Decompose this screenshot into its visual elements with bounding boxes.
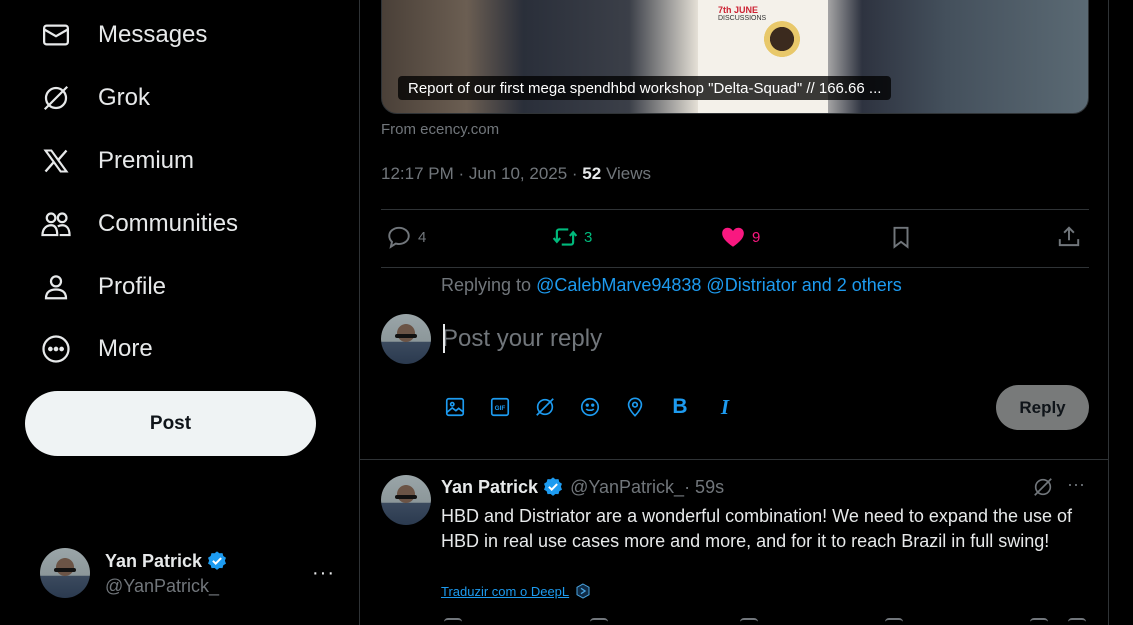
nav-communities[interactable]: Communities <box>36 204 238 244</box>
emoji-button[interactable] <box>578 395 602 419</box>
grok-icon <box>536 398 554 416</box>
gif-icon: GIF <box>490 397 510 417</box>
nav-profile[interactable]: Profile <box>36 267 166 307</box>
text-cursor <box>443 324 445 353</box>
people-icon <box>36 204 76 244</box>
nav-messages[interactable]: Messages <box>36 15 207 55</box>
poster-title: 7th JUNE <box>718 5 759 15</box>
reply-icon[interactable] <box>444 618 462 625</box>
poster-subtitle: DISCUSSIONS <box>718 15 767 22</box>
bookmark-icon[interactable] <box>1030 618 1048 625</box>
poster-portrait <box>762 21 802 61</box>
nav-grok[interactable]: Grok <box>36 78 150 118</box>
account-handle: @YanPatrick_ <box>105 576 219 596</box>
repost-action[interactable]: 3 <box>552 224 592 250</box>
translate-label: Traduzir com o DeepL <box>441 583 570 599</box>
more-circle-icon <box>36 329 76 369</box>
tweet-time[interactable]: · 59s <box>684 477 724 498</box>
translate-link[interactable]: Traduzir com o DeepL <box>441 583 591 599</box>
repost-icon[interactable] <box>590 618 608 625</box>
repost-count: 3 <box>584 228 593 246</box>
replying-prefix: Replying to <box>441 275 537 295</box>
bookmark-action[interactable] <box>888 224 914 250</box>
nav-grok-label: Grok <box>98 84 151 111</box>
person-icon <box>36 267 76 307</box>
share-icon[interactable] <box>1068 618 1086 625</box>
emoji-icon <box>580 397 600 417</box>
nav-more-label: More <box>98 335 153 362</box>
reply-tweet[interactable]: Yan Patrick @YanPatrick_ · 59s ··· HBD a… <box>360 459 1109 625</box>
avatar <box>40 548 90 598</box>
nav-messages-label: Messages <box>98 21 208 48</box>
nav-profile-label: Profile <box>98 273 167 300</box>
replying-to-users-link[interactable]: @CalebMarve94838 @Distriator and 2 other… <box>536 275 902 295</box>
share-icon <box>1058 226 1080 247</box>
grok-icon <box>36 78 76 118</box>
gif-button[interactable]: GIF <box>488 395 512 419</box>
grok-button[interactable] <box>533 395 557 419</box>
tweet-author-handle[interactable]: @YanPatrick_ <box>570 477 684 498</box>
nav-communities-label: Communities <box>98 210 239 237</box>
link-card-caption[interactable]: Report of our first mega spendhbd worksh… <box>398 76 892 100</box>
repost-icon <box>552 228 578 246</box>
verified-badge-icon <box>542 476 564 498</box>
link-card-image[interactable]: 7th JUNE DISCUSSIONS Report of our first… <box>381 0 1089 114</box>
x-logo-icon <box>36 141 76 181</box>
views-icon[interactable] <box>885 618 903 625</box>
nav-premium[interactable]: Premium <box>36 141 194 181</box>
like-action[interactable]: 9 <box>720 224 760 250</box>
account-name: Yan Patrick <box>105 550 203 571</box>
reply-action[interactable]: 4 <box>386 224 426 250</box>
reply-count: 4 <box>418 228 427 246</box>
heart-icon[interactable] <box>740 618 758 625</box>
reply-icon <box>388 226 410 249</box>
main-column: 7th JUNE DISCUSSIONS Report of our first… <box>359 0 1109 625</box>
envelope-icon <box>36 15 76 55</box>
nav-premium-label: Premium <box>98 147 195 174</box>
share-action[interactable] <box>1056 224 1082 250</box>
like-count: 9 <box>752 228 761 246</box>
grok-icon[interactable] <box>1032 476 1054 498</box>
verified-badge-icon <box>206 550 228 572</box>
post-timestamp[interactable]: 12:17 PM · Jun 10, 2025 · <box>381 164 582 183</box>
image-icon <box>445 397 465 417</box>
italic-button[interactable]: I <box>713 395 737 419</box>
reply-input[interactable] <box>442 322 1042 356</box>
post-button[interactable]: Post <box>25 391 316 456</box>
bold-button[interactable]: B <box>668 395 692 419</box>
account-switcher[interactable]: Yan Patrick @YanPatrick_ ··· <box>40 548 340 600</box>
bookmark-icon <box>893 226 909 249</box>
nav-more[interactable]: More <box>36 329 153 369</box>
tweet-text: HBD and Distriator are a wonderful combi… <box>441 506 1073 551</box>
heart-icon <box>722 227 744 247</box>
tweet-header: Yan Patrick @YanPatrick_ · 59s <box>441 476 724 498</box>
account-name-row: Yan Patrick <box>105 550 228 572</box>
deepl-icon <box>575 583 591 599</box>
views-label: Views <box>601 164 651 183</box>
tweet-more-button[interactable]: ··· <box>1067 474 1085 495</box>
link-source[interactable]: From ecency.com <box>381 121 499 138</box>
divider <box>381 267 1089 268</box>
avatar[interactable] <box>381 475 431 525</box>
post-actions: 4 3 9 <box>381 210 1089 268</box>
location-button[interactable] <box>623 395 647 419</box>
svg-text:GIF: GIF <box>495 405 506 412</box>
avatar <box>381 314 431 364</box>
reply-button[interactable]: Reply <box>996 385 1089 430</box>
tweet-author-name[interactable]: Yan Patrick <box>441 477 538 498</box>
views-count: 52 <box>582 164 602 183</box>
account-more-button[interactable]: ··· <box>312 562 335 585</box>
media-button[interactable] <box>443 395 467 419</box>
post-meta: 12:17 PM · Jun 10, 2025 · 52 Views <box>381 164 651 184</box>
sidebar: Messages Grok Premium Communities Profil… <box>0 0 359 625</box>
location-pin-icon <box>627 397 643 417</box>
replying-to: Replying to @CalebMarve94838 @Distriator… <box>441 275 902 296</box>
